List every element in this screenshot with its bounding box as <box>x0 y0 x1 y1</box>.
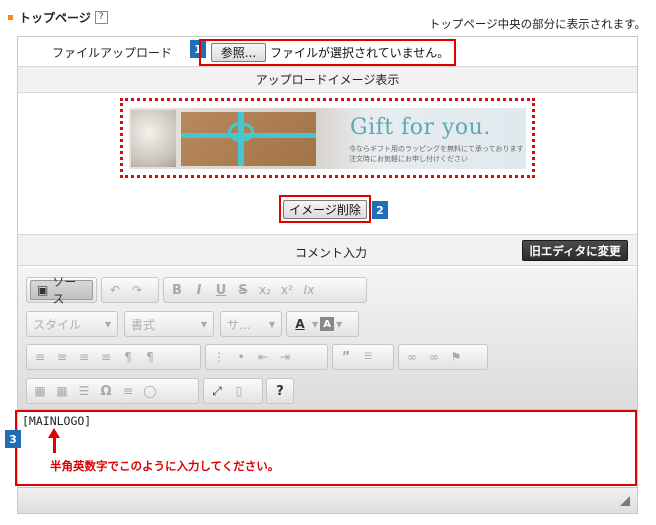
blockquote-icon[interactable]: ” <box>336 347 356 367</box>
subscript-button[interactable]: x₂ <box>255 280 275 300</box>
chevron-down-icon: ▼ <box>268 319 275 329</box>
editor-status-bar <box>18 487 637 513</box>
image-icon[interactable]: ▦ <box>30 381 50 401</box>
annotation-badge-2: 2 <box>372 201 388 219</box>
remove-format-button[interactable]: Ix <box>299 280 319 300</box>
rtl-icon[interactable]: ¶ <box>140 347 160 367</box>
bold-button[interactable]: B <box>167 280 187 300</box>
upload-image-header: アップロードイメージ表示 <box>18 67 637 93</box>
ribbon-bow <box>228 122 254 142</box>
size-select[interactable]: サ... ▼ <box>220 311 282 337</box>
chevron-down-icon: ▼ <box>312 319 319 329</box>
basic-style-group: B I U S x₂ x² Ix <box>163 277 367 303</box>
numbered-list-icon[interactable]: ⋮ <box>209 347 229 367</box>
unlink-icon[interactable]: ∞ <box>424 347 444 367</box>
style-select[interactable]: スタイル ▼ <box>26 311 118 337</box>
align-group: ≡ ≡ ≡ ≡ ¶ ¶ <box>26 344 201 370</box>
resize-grip-icon[interactable] <box>620 496 630 506</box>
outdent-icon[interactable]: ⇤ <box>253 347 273 367</box>
input-hint: 半角英数字でこのように入力してください。 <box>50 459 280 473</box>
justify-icon[interactable]: ≡ <box>96 347 116 367</box>
color-group: A ▼ A ▼ <box>286 311 359 337</box>
bg-color-button[interactable]: A <box>320 317 335 331</box>
arrow-stem <box>53 438 56 453</box>
special-char-icon[interactable]: Ω <box>96 381 116 401</box>
show-blocks-icon[interactable]: ▯ <box>229 381 249 401</box>
link-group: ∞ ∞ ⚑ <box>398 344 488 370</box>
undo-icon[interactable]: ↶ <box>105 280 125 300</box>
align-right-icon[interactable]: ≡ <box>74 347 94 367</box>
comment-label: コメント入力 <box>295 246 368 260</box>
chevron-down-icon: ▼ <box>336 319 343 329</box>
size-select-label: サ... <box>227 317 251 332</box>
link-icon[interactable]: ∞ <box>402 347 422 367</box>
format-select[interactable]: 書式 ▼ <box>124 311 214 337</box>
anchor-flag-icon[interactable]: ⚑ <box>446 347 466 367</box>
format-select-label: 書式 <box>131 317 156 332</box>
strike-button[interactable]: S <box>233 280 253 300</box>
underline-button[interactable]: U <box>211 280 231 300</box>
delete-image-button[interactable]: イメージ削除 <box>283 200 367 219</box>
help-icon[interactable]: ? <box>94 10 108 24</box>
undo-redo-group: ↶ ↷ <box>101 277 159 303</box>
help-group: ? <box>266 378 294 404</box>
italic-button[interactable]: I <box>189 280 209 300</box>
arrow-up-icon <box>48 428 60 438</box>
annotation-badge-3: 3 <box>5 430 21 448</box>
editor-content-area[interactable] <box>15 410 637 486</box>
old-editor-button[interactable]: 旧エディタに変更 <box>522 240 628 261</box>
align-left-icon[interactable]: ≡ <box>30 347 50 367</box>
banner-subtitle-1: 今ならギフト用のラッピングを無料にて承っております <box>349 145 524 153</box>
file-status-text: ファイルが選択されていません。 <box>270 46 450 60</box>
maximize-icon[interactable]: ⤢ <box>207 381 227 401</box>
banner-decoration <box>131 110 176 167</box>
editor-text[interactable]: [MAINLOGO] <box>22 414 91 428</box>
bullet-list-icon[interactable]: • <box>231 347 251 367</box>
section-header: トップページ ? <box>8 8 108 26</box>
chevron-down-icon: ▼ <box>200 319 207 329</box>
style-select-label: スタイル <box>33 317 82 332</box>
source-icon: ▣ <box>37 283 49 297</box>
div-icon[interactable]: ☰ <box>358 347 378 367</box>
text-color-button[interactable]: A <box>290 314 310 334</box>
chevron-down-icon: ▼ <box>104 319 111 329</box>
superscript-button[interactable]: x² <box>277 280 297 300</box>
iframe-globe-icon[interactable]: ◯ <box>140 381 160 401</box>
table-icon[interactable]: ▦ <box>52 381 72 401</box>
section-note: トップページ中央の部分に表示されます。 <box>428 17 646 31</box>
source-label: ソース <box>52 275 77 306</box>
section-marker <box>8 14 13 20</box>
align-center-icon[interactable]: ≡ <box>52 347 72 367</box>
list-group: ⋮ • ⇤ ⇥ <box>205 344 328 370</box>
indent-icon[interactable]: ⇥ <box>275 347 295 367</box>
file-upload-label: ファイルアップロード <box>52 46 173 60</box>
page-break-icon[interactable]: ≡ <box>118 381 138 401</box>
help-button[interactable]: ? <box>270 381 290 401</box>
view-group: ⤢ ▯ <box>203 378 263 404</box>
redo-icon[interactable]: ↷ <box>127 280 147 300</box>
section-title: トップページ <box>19 10 91 25</box>
block-group: ” ☰ <box>332 344 394 370</box>
source-button[interactable]: ▣ ソース <box>30 275 93 306</box>
ltr-icon[interactable]: ¶ <box>118 347 138 367</box>
banner-subtitle-2: 注文時にお気軽にお申し付けください <box>349 155 468 163</box>
insert-group: ▦ ▦ ☰ Ω ≡ ◯ <box>26 378 199 404</box>
banner-title: Gift for you. <box>350 115 491 140</box>
browse-button[interactable]: 参照... <box>211 43 266 62</box>
source-group: ▣ ソース <box>26 275 97 306</box>
horizontal-rule-icon[interactable]: ☰ <box>74 381 94 401</box>
